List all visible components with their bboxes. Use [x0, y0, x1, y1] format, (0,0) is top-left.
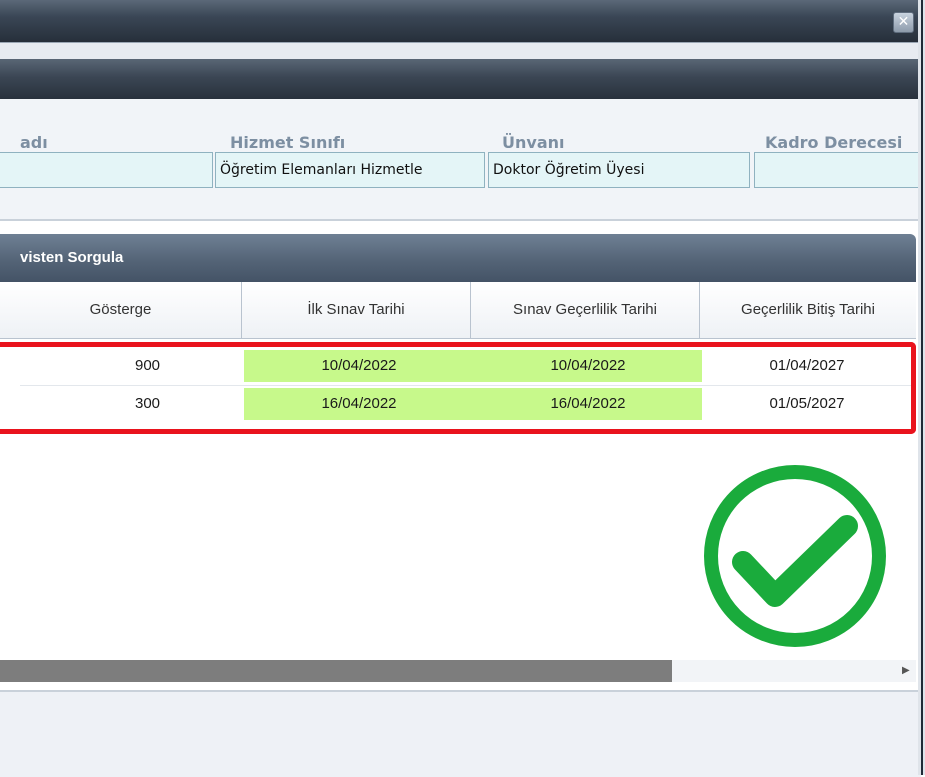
horizontal-scrollbar[interactable]: ▶	[0, 660, 916, 682]
name-field[interactable]	[0, 152, 213, 188]
hizmet-sinifi-label: Hizmet Sınıfı	[230, 133, 346, 152]
grid-header-bar: visten Sorgula	[0, 234, 916, 282]
dialog-window: ✕ adı Hizmet Sınıfı Öğretim Elemanları H…	[0, 0, 921, 777]
name-label: adı	[20, 133, 48, 152]
checkmark-circle-icon	[704, 465, 886, 647]
highlight-annotation	[0, 342, 916, 434]
unvan-label: Ünvanı	[502, 133, 565, 152]
close-icon: ✕	[897, 14, 910, 30]
kadro-derecesi-field[interactable]	[754, 152, 918, 188]
kadro-derecesi-label: Kadro Derecesi	[765, 133, 903, 152]
hizmet-sinifi-field[interactable]: Öğretim Elemanları Hizmetle	[215, 152, 485, 188]
scroll-right-arrow-icon[interactable]: ▶	[902, 664, 914, 678]
grid-title: visten Sorgula	[20, 249, 124, 266]
column-header-ilk-sinav-tarihi[interactable]: İlk Sınav Tarihi	[242, 282, 471, 338]
column-header-sinav-gecerlilik-tarihi[interactable]: Sınav Geçerlilik Tarihi	[471, 282, 700, 338]
column-header-gecerlilik-bitis-tarihi[interactable]: Geçerlilik Bitiş Tarihi	[700, 282, 916, 338]
section-header-bar	[0, 59, 921, 99]
title-spacer	[0, 43, 921, 59]
column-header-gosterge[interactable]: Gösterge	[0, 282, 242, 338]
scrollbar-thumb[interactable]	[0, 660, 672, 682]
footer-panel	[0, 690, 921, 777]
unvan-field[interactable]: Doktor Öğretim Üyesi	[488, 152, 750, 188]
close-button[interactable]: ✕	[893, 12, 914, 33]
window-border	[921, 0, 923, 775]
column-header-row: Gösterge İlk Sınav Tarihi Sınav Geçerlil…	[0, 282, 916, 339]
title-bar: ✕	[0, 0, 921, 43]
